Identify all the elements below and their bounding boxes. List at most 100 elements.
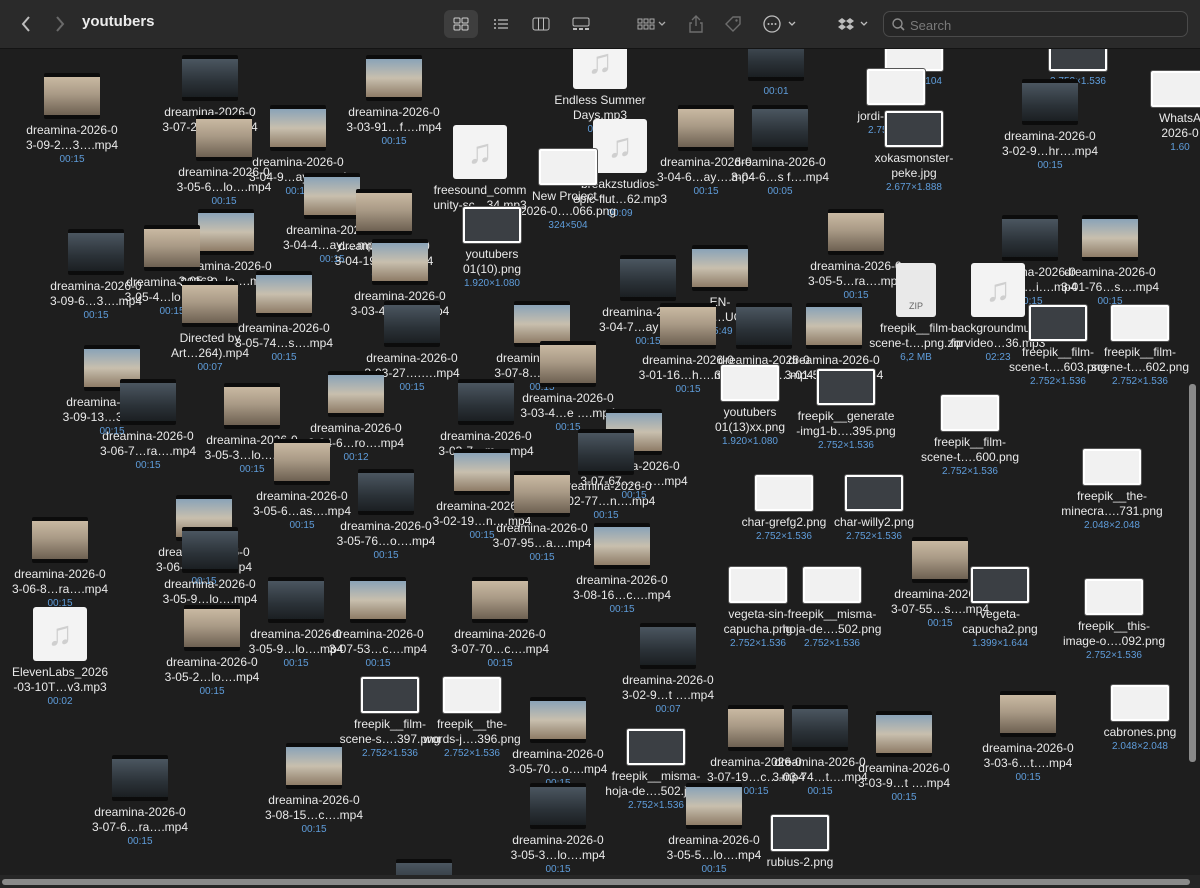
search-icon — [892, 18, 905, 31]
file-item[interactable]: dreamina-2026-0 3-09-6…3….mp4 00:15 — [36, 229, 156, 322]
image-thumbnail — [867, 69, 925, 105]
file-item[interactable]: dreamina-2026-0 3-07-70…c….mp4 00:15 — [440, 577, 560, 670]
file-name: vegeta- capucha2.png — [962, 607, 1038, 636]
video-thumbnail — [32, 517, 88, 563]
video-thumbnail — [196, 115, 252, 161]
icon-view-canvas[interactable]: dreamina-2026-0 3-09-2…3….mp4 00:15 dreami… — [0, 49, 1200, 875]
file-name: dreamina-2026-0 3-07-53…c….mp4 — [328, 627, 428, 656]
group-by-button[interactable] — [632, 10, 672, 38]
file-item[interactable]: dreamina-2026-0 3-01-76…s….mp4 00:15 — [1050, 215, 1170, 308]
tag-icon — [725, 16, 741, 32]
video-thumbnail — [530, 783, 586, 829]
file-item[interactable]: freepik__misma- hoja-de….502.png 2.752×1.… — [772, 567, 892, 650]
dropbox-button[interactable] — [834, 10, 872, 38]
file-meta: 00:15 — [59, 154, 85, 165]
image-thumbnail — [627, 729, 685, 765]
file-item[interactable]: WhatsA 2026-0 1.60 — [1120, 71, 1200, 154]
image-thumbnail — [539, 149, 597, 185]
more-options-button[interactable] — [760, 10, 800, 38]
file-item[interactable]: dreamina-2026-0 3-02-9…hr….mp4 00:15 — [990, 79, 1110, 172]
video-thumbnail — [68, 229, 124, 275]
file-item[interactable]: freepik__the- minecra….731.png 2.048×2.04… — [1052, 449, 1172, 532]
video-thumbnail — [1000, 691, 1056, 737]
back-button[interactable] — [14, 10, 38, 38]
list-view-button[interactable] — [484, 10, 518, 38]
file-meta: 00:15 — [135, 460, 161, 471]
video-thumbnail — [876, 711, 932, 757]
video-thumbnail — [1082, 215, 1138, 261]
file-name: dreamina-2026-0 3-06-7…ra….mp4 — [99, 429, 197, 458]
file-name: youtubers 01(10).png — [462, 247, 522, 276]
file-name: dreamina-2026-0 3-05-76…o….mp4 — [336, 519, 436, 548]
file-item[interactable]: dreamina-2026-0 3-09-2…3….mp4 00:15 — [12, 73, 132, 166]
image-thumbnail — [971, 567, 1029, 603]
file-meta: 2.752×1.536 — [818, 440, 874, 451]
file-meta: 00:01 — [763, 86, 789, 97]
file-meta: 1.60 — [1170, 142, 1190, 153]
column-view-button[interactable] — [524, 10, 558, 38]
file-item[interactable]: vegeta- capucha2.png 1.399×1.644 — [940, 567, 1060, 650]
file-meta: 1.920×1.080 — [464, 278, 520, 289]
file-meta: 00:15 — [373, 550, 399, 561]
file-item[interactable]: dreamina-2026-0 — [364, 859, 484, 875]
gallery-view-button[interactable] — [564, 10, 598, 38]
list-view-icon — [494, 19, 508, 29]
file-item[interactable]: dreamina-2026-0 3-06-8…ra….mp400:15 — [0, 517, 120, 610]
file-item[interactable]: 00:01 — [716, 49, 836, 98]
file-item[interactable]: dreamina-2026-0 3-02-9…t ….mp4 00:07 — [608, 623, 728, 716]
horizontal-scrollbar-thumb[interactable] — [2, 879, 1190, 885]
video-thumbnail — [328, 371, 384, 417]
file-item[interactable]: dreamina-2026-0 3-08-16…c….mp4 00:15 — [562, 523, 682, 616]
file-item[interactable]: dreamina-2026-0 3-08-15…c….mp4 00:15 — [254, 743, 374, 836]
vertical-scrollbar-thumb[interactable] — [1189, 384, 1196, 762]
file-item[interactable]: dreamina-2026-0 3-06-7…ra….mp4 00:15 — [88, 379, 208, 472]
video-thumbnail — [372, 239, 428, 285]
file-item[interactable]: xokasmonster- peke.jpg 2.677×1.888 — [854, 111, 974, 194]
file-item[interactable]: dreamina-2026-0 3-05-76…o….mp4 00:15 — [326, 469, 446, 562]
file-item[interactable]: dreamina-2026-0 3-05-2…lo….mp4 00:15 — [152, 605, 272, 698]
share-button[interactable] — [684, 10, 708, 38]
file-meta: 00:15 — [609, 604, 635, 615]
file-item[interactable]: dreamina-2026-0 3-03-9…t ….mp4 00:15 — [844, 711, 964, 804]
image-thumbnail — [721, 365, 779, 401]
file-item[interactable]: rubius-2.png — [740, 815, 860, 870]
file-meta: 00:02 — [47, 696, 73, 707]
icon-view-button[interactable] — [444, 10, 478, 38]
image-thumbnail — [755, 475, 813, 511]
zip-file-icon: ZIP — [896, 263, 936, 317]
file-item[interactable]: char-willy2.png 2.752×1.536 — [814, 475, 934, 543]
file-item[interactable]: dreamina-2026-0 3-07-6…ra….mp4 00:15 — [80, 755, 200, 848]
file-name: dreamina-2026-0 3-07-70…c….mp4 — [450, 627, 550, 656]
file-item[interactable]: cabrones.png 2.048×2.048 — [1080, 685, 1200, 753]
video-thumbnail — [184, 605, 240, 651]
file-item[interactable]: ♫ ElevenLabs_2026 -03-10T…v3.mp3 00:02 — [0, 607, 120, 708]
forward-icon — [56, 16, 65, 32]
finder-toolbar: youtubers — [0, 0, 1200, 49]
file-name: dreamina-2026-0 3-08-16…c….mp4 — [572, 573, 672, 602]
file-item[interactable]: freepik__generate -img1-b….395.png 2.752×… — [786, 369, 906, 452]
file-item[interactable]: dreamina-2026-0 3-05-6…lo….mp4 00:15 — [164, 115, 284, 208]
file-item[interactable]: freepik__this- image-o….092.png 2.752×1.5… — [1054, 579, 1174, 662]
file-name: dreamina-2026-0 3-05-6…lo….mp4 — [176, 165, 272, 194]
column-view-icon — [532, 17, 550, 31]
video-thumbnail — [182, 55, 238, 101]
tag-button[interactable] — [720, 10, 746, 38]
file-item[interactable]: youtubers 01(10).png 1.920×1.080 — [432, 207, 552, 290]
file-name: dreamina-2026-0 3-03-6…t….mp4 — [982, 741, 1074, 770]
image-thumbnail — [885, 49, 943, 71]
file-meta: 00:15 — [487, 658, 513, 669]
file-item[interactable]: dreamina-2026-0 3-03-6…t….mp4 00:15 — [968, 691, 1088, 784]
file-meta: 1.399×1.644 — [972, 638, 1028, 649]
file-name: dreamina-2026-0 3-09-6…3….mp4 — [49, 279, 143, 308]
file-item[interactable]: freepik__film- scene-t….602.png 2.752×1.5… — [1080, 305, 1200, 388]
search-field[interactable] — [883, 11, 1188, 37]
file-item[interactable]: dreamina-2026-0 3-05-3…lo….mp4 00:15 — [498, 783, 618, 875]
file-name: dreamina-2026-0 3-07-6…ra….mp4 — [91, 805, 189, 834]
file-item[interactable]: dreamina-2026-0 3-07-53…c….mp4 00:15 — [318, 577, 438, 670]
forward-button[interactable] — [48, 10, 72, 38]
file-meta: 2.677×1.888 — [886, 182, 942, 193]
search-input[interactable] — [908, 15, 1182, 35]
video-thumbnail — [530, 697, 586, 743]
file-item[interactable]: dreamina-2026-0 3-04-6…s f….mp4 00:05 — [720, 105, 840, 198]
file-item[interactable]: freepik__film- scene-t….600.png 2.752×1.5… — [910, 395, 1030, 478]
